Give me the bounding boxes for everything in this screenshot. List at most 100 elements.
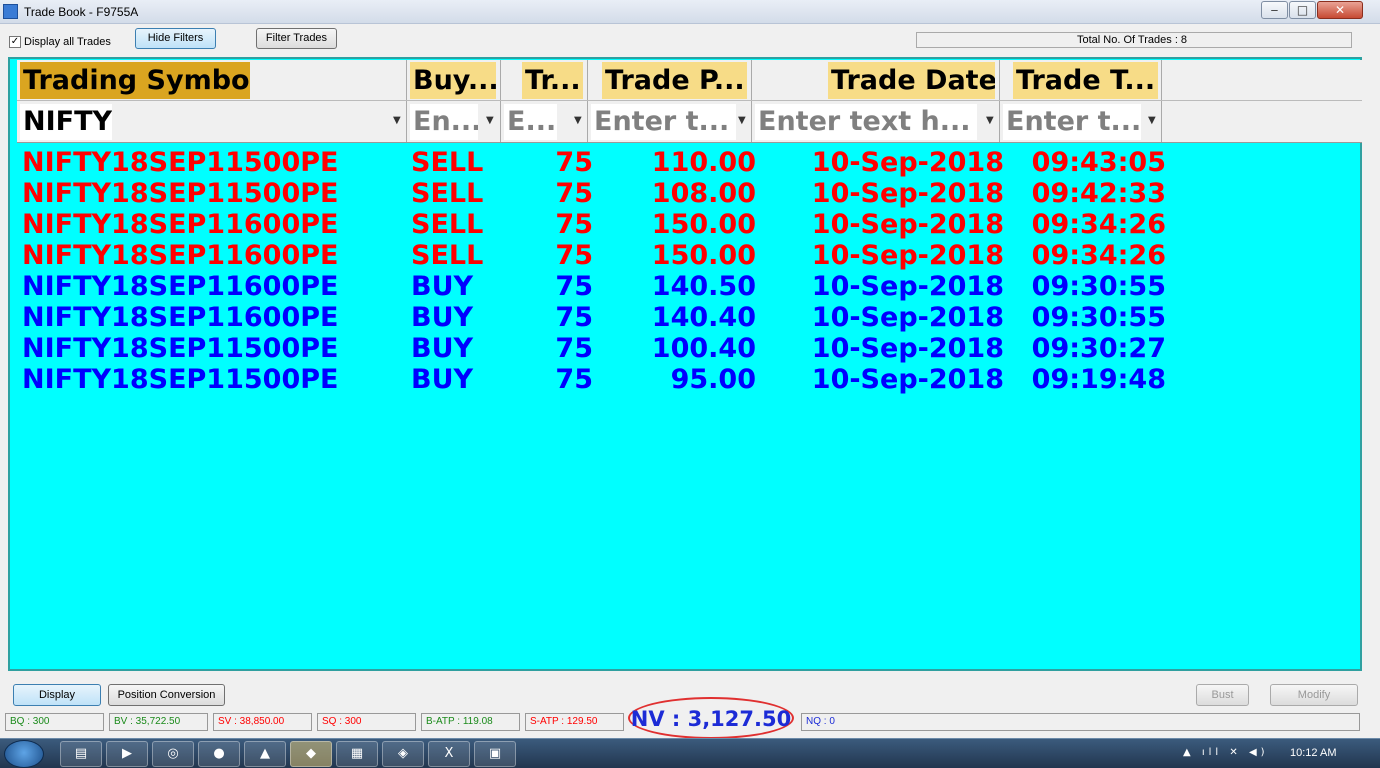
cell-time: 09:30:27 [1031, 333, 1166, 364]
excel-taskbar-icon[interactable]: X [428, 741, 470, 767]
cell-side: SELL [411, 240, 484, 271]
funnel-icon[interactable]: ▼ [393, 115, 403, 127]
taskbar: ▤ ▶ ◎ ● ▲ ◆ ▦ ◈ X ▣ ▲ ıll ✕ ◀) 10:12 AM [0, 738, 1380, 768]
column-header-label: Tr... [522, 62, 583, 99]
display-button[interactable]: Display [13, 684, 101, 706]
funnel-icon[interactable]: ▼ [486, 115, 496, 127]
media-player-taskbar-icon[interactable]: ▶ [106, 741, 148, 767]
filter-input-trade-price[interactable]: Enter t... [591, 104, 736, 140]
column-header-trade-time[interactable]: Trade T... [1000, 60, 1162, 100]
cell-side: BUY [411, 302, 474, 333]
cell-symbol: NIFTY18SEP11600PE [22, 302, 339, 333]
column-header-trade-price[interactable]: Trade P... [588, 60, 752, 100]
filter-input-trade-qty[interactable]: E... [504, 104, 557, 140]
filter-input-buy-sell[interactable]: En... [410, 104, 478, 140]
trade-book-window: Trade Book - F9755A ‒ □ ✕ ✓ Display all … [0, 0, 1380, 739]
cell-symbol: NIFTY18SEP11600PE [22, 209, 339, 240]
chart-app-taskbar-icon[interactable]: ◈ [382, 741, 424, 767]
cell-qty: 75 [555, 178, 593, 209]
calculator-taskbar-icon[interactable]: ▦ [336, 741, 378, 767]
grid-header-row: Trading Symbol Buy... Tr... Trade P... T… [17, 60, 1362, 101]
triangle-app-taskbar-icon[interactable]: ▲ [244, 741, 286, 767]
display-all-trades-checkbox[interactable]: ✓ [9, 36, 21, 48]
filter-input-trade-date[interactable]: Enter text h... [755, 104, 977, 140]
cell-qty: 75 [555, 364, 593, 395]
cell-price: 95.00 [670, 364, 756, 395]
cell-price: 150.00 [651, 240, 756, 271]
total-trades-count: Total No. Of Trades : 8 [916, 32, 1352, 48]
window-title: Trade Book - F9755A [24, 5, 139, 19]
cell-date: 10-Sep-2018 [811, 364, 1004, 395]
status-net-value: NV : 3,127.50 [628, 697, 794, 739]
column-header-label: Trade P... [602, 62, 747, 99]
title-bar[interactable]: Trade Book - F9755A ‒ □ ✕ [0, 0, 1380, 24]
window-taskbar-icon[interactable]: ▣ [474, 741, 516, 767]
trade-grid: Trading Symbol Buy... Tr... Trade P... T… [8, 57, 1362, 671]
table-row[interactable]: NIFTY18SEP11600PE BUY 75 140.50 10-Sep-2018 0… [17, 271, 1362, 302]
cell-date: 10-Sep-2018 [811, 178, 1004, 209]
column-header-trade-qty[interactable]: Tr... [501, 60, 588, 100]
cell-price: 108.00 [651, 178, 756, 209]
filter-cell-trade-price: Enter t... ▼ [588, 101, 752, 142]
cell-side: BUY [411, 271, 474, 302]
column-header-buy-sell[interactable]: Buy... [407, 60, 501, 100]
column-header-label: Trading Symbol [20, 62, 250, 99]
status-sell-value: SV : 38,850.00 [213, 713, 312, 731]
filter-input-trade-time[interactable]: Enter t... [1003, 104, 1141, 140]
funnel-icon[interactable]: ▼ [574, 115, 584, 127]
status-buy-atp: B-ATP : 119.08 [421, 713, 520, 731]
table-row[interactable]: NIFTY18SEP11600PE SELL 75 150.00 10-Sep-2018… [17, 240, 1362, 271]
funnel-icon[interactable]: ▼ [1148, 115, 1158, 127]
start-button[interactable] [4, 740, 44, 768]
status-sell-qty: SQ : 300 [317, 713, 416, 731]
status-sell-atp: S-ATP : 129.50 [525, 713, 624, 731]
modify-button[interactable]: Modify [1270, 684, 1358, 706]
trading-app-taskbar-icon[interactable]: ◆ [290, 741, 332, 767]
table-row[interactable]: NIFTY18SEP11600PE BUY 75 140.40 10-Sep-2018 0… [17, 302, 1362, 333]
filter-cell-trade-qty: E... ▼ [501, 101, 588, 142]
maximize-button[interactable]: □ [1289, 1, 1316, 19]
bust-button[interactable]: Bust [1196, 684, 1249, 706]
cell-time: 09:19:48 [1031, 364, 1166, 395]
minimize-button[interactable]: ‒ [1261, 1, 1288, 19]
table-row[interactable]: NIFTY18SEP11500PE BUY 75 100.40 10-Sep-2018 0… [17, 333, 1362, 364]
chrome-taskbar-icon[interactable]: ● [198, 741, 240, 767]
cell-side: SELL [411, 209, 484, 240]
filter-cell-trade-date: Enter text h... ▼ [752, 101, 1000, 142]
funnel-icon[interactable]: ▼ [738, 115, 748, 127]
cell-side: BUY [411, 333, 474, 364]
cell-date: 10-Sep-2018 [811, 147, 1004, 178]
cell-symbol: NIFTY18SEP11500PE [22, 178, 339, 209]
cell-date: 10-Sep-2018 [811, 240, 1004, 271]
app-icon [3, 4, 18, 19]
filter-input-trading-symbol[interactable]: NIFTY [20, 104, 112, 140]
cell-qty: 75 [555, 147, 593, 178]
hide-filters-button[interactable]: Hide Filters [135, 28, 216, 49]
cell-side: BUY [411, 364, 474, 395]
cell-qty: 75 [555, 209, 593, 240]
lifebuoy-taskbar-icon[interactable]: ◎ [152, 741, 194, 767]
cell-time: 09:34:26 [1031, 209, 1166, 240]
column-header-trading-symbol[interactable]: Trading Symbol [17, 60, 407, 100]
explorer-taskbar-icon[interactable]: ▤ [60, 741, 102, 767]
system-tray-icons[interactable]: ▲ ıll ✕ ◀) [1183, 747, 1269, 758]
cell-date: 10-Sep-2018 [811, 209, 1004, 240]
table-row[interactable]: NIFTY18SEP11500PE BUY 75 95.00 10-Sep-2018 09… [17, 364, 1362, 395]
filter-trades-button[interactable]: Filter Trades [256, 28, 337, 49]
table-row[interactable]: NIFTY18SEP11600PE SELL 75 150.00 10-Sep-2018… [17, 209, 1362, 240]
cell-qty: 75 [555, 302, 593, 333]
column-header-label: Buy... [410, 62, 496, 99]
cell-time: 09:43:05 [1031, 147, 1166, 178]
close-button[interactable]: ✕ [1317, 1, 1363, 19]
cell-symbol: NIFTY18SEP11600PE [22, 271, 339, 302]
table-row[interactable]: NIFTY18SEP11500PE SELL 75 110.00 10-Sep-2018… [17, 147, 1362, 178]
table-row[interactable]: NIFTY18SEP11500PE SELL 75 108.00 10-Sep-2018… [17, 178, 1362, 209]
column-header-trade-date[interactable]: Trade Date [752, 60, 1000, 100]
position-conversion-button[interactable]: Position Conversion [108, 684, 225, 706]
filter-cell-buy-sell: En... ▼ [407, 101, 501, 142]
cell-price: 150.00 [651, 209, 756, 240]
cell-time: 09:34:26 [1031, 240, 1166, 271]
funnel-icon[interactable]: ▼ [986, 115, 996, 127]
taskbar-clock[interactable]: 10:12 AM [1290, 747, 1336, 759]
cell-side: SELL [411, 178, 484, 209]
